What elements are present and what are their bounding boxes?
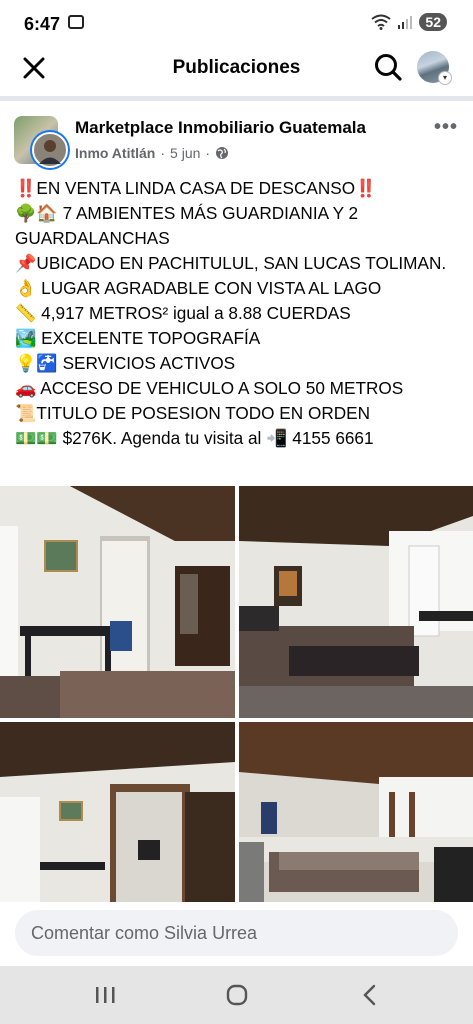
meta-separator: · <box>160 145 166 161</box>
phone-number: 4155 6661 <box>287 428 374 448</box>
post-line: 🏞️ EXCELENTE TOPOGRAFÍA <box>15 326 465 351</box>
search-icon <box>375 54 402 81</box>
post-line-text: $276K. Agenda tu visita al <box>57 428 267 448</box>
emoji-pushpin: 📌 <box>15 253 37 273</box>
post-line-text: UBICADO EN PACHITULUL, SAN LUCAS TOLIMAN… <box>36 253 447 273</box>
photo-image <box>239 722 473 902</box>
post-line: 💵💵 $276K. Agenda tu visita al 📲 4155 666… <box>15 426 465 451</box>
meta-separator: · <box>205 145 211 161</box>
post-line: 📜TITULO DE POSESION TODO EN ORDEN <box>15 401 465 426</box>
recent-apps-icon <box>96 987 115 1003</box>
back-icon <box>363 984 376 1006</box>
photo-living-area[interactable] <box>239 722 473 902</box>
signal-icon <box>398 16 413 29</box>
status-time: 6:47 <box>24 14 61 34</box>
post-line: 👌 LUGAR AGRADABLE CON VISTA AL LAGO <box>15 276 465 301</box>
emoji-tree-house: 🌳🏠 <box>15 203 58 223</box>
post-line: ‼️EN VENTA LINDA CASA DE DESCANSO‼️ <box>15 176 465 201</box>
profile-avatar-button[interactable]: ▾ <box>417 51 452 85</box>
photo-bedroom-desk[interactable] <box>0 486 235 718</box>
post-line-text: SERVICIOS ACTIVOS <box>57 353 236 373</box>
post-line-text: EN VENTA LINDA CASA DE DESCANSO <box>36 178 356 198</box>
emoji-money: 💵💵 <box>15 428 58 448</box>
comment-input[interactable] <box>15 910 458 956</box>
chevron-down-icon: ▾ <box>438 71 452 85</box>
person-photo <box>39 140 61 164</box>
emoji-double-exclamation: ‼️ <box>15 178 37 198</box>
post-line: 📏 4,917 METROS² igual a 8.88 CUERDAS <box>15 301 465 326</box>
recent-apps-button[interactable] <box>85 978 125 1012</box>
battery-icon: 52 <box>419 13 447 31</box>
post-line-text: 4,917 METROS² igual a 8.88 CUERDAS <box>36 303 351 323</box>
photo-image <box>0 486 235 718</box>
emoji-phone: 📲 <box>266 428 288 448</box>
post-line: 🌳🏠 7 AMBIENTES MÁS GUARDIANIA Y 2 GUARDA… <box>15 201 465 251</box>
photo-grid <box>0 486 473 902</box>
search-button[interactable] <box>372 51 404 83</box>
more-dots-icon: ••• <box>434 116 459 138</box>
photo-bedroom-bed[interactable] <box>239 486 473 718</box>
author-name-link[interactable]: Inmo Atitlán <box>75 145 155 161</box>
home-icon <box>226 984 248 1006</box>
photo-image <box>0 722 235 902</box>
author-avatar[interactable] <box>32 132 68 168</box>
screen-record-icon <box>68 15 84 29</box>
emoji-bulb-faucet: 💡🚰 <box>15 353 58 373</box>
section-divider <box>0 96 473 101</box>
system-nav-bar <box>0 966 473 1024</box>
status-icons: 52 <box>371 13 447 31</box>
emoji-landscape: 🏞️ <box>15 328 37 348</box>
post-line: 💡🚰 SERVICIOS ACTIVOS <box>15 351 465 376</box>
comment-bar <box>15 910 458 956</box>
emoji-ruler: 📏 <box>15 303 37 323</box>
group-name-link[interactable]: Marketplace Inmobiliario Guatemala <box>75 118 366 138</box>
emoji-scroll: 📜 <box>15 403 37 423</box>
post-header: Marketplace Inmobiliario Guatemala Inmo … <box>0 108 473 172</box>
more-options-button[interactable]: ••• <box>434 116 458 139</box>
post-date[interactable]: 5 jun <box>170 145 200 161</box>
post-line-text: LUGAR AGRADABLE CON VISTA AL LAGO <box>36 278 382 298</box>
post-line-text: TITULO DE POSESION TODO EN ORDEN <box>36 403 371 423</box>
emoji-ok-hand: 👌 <box>15 278 37 298</box>
top-app-bar: Publicaciones ▾ <box>0 44 473 92</box>
post-line-text: EXCELENTE TOPOGRAFÍA <box>36 328 261 348</box>
emoji-double-exclamation: ‼️ <box>355 178 377 198</box>
back-button[interactable] <box>350 978 390 1012</box>
globe-icon <box>216 147 229 159</box>
wifi-icon <box>371 14 392 30</box>
status-bar: 6:47 52 <box>0 0 473 48</box>
photo-image <box>239 486 473 718</box>
post-line-text: 7 AMBIENTES MÁS GUARDIANIA Y 2 GUARDALAN… <box>15 203 363 248</box>
post-meta: Inmo Atitlán · 5 jun · <box>75 145 229 161</box>
emoji-car: 🚗 <box>15 378 37 398</box>
post-line: 🚗 ACCESO DE VEHICULO A SOLO 50 METROS <box>15 376 465 401</box>
home-button[interactable] <box>217 978 257 1012</box>
post-line-text: ACCESO DE VEHICULO A SOLO 50 METROS <box>36 378 404 398</box>
photo-hallway[interactable] <box>0 722 235 902</box>
post-line: 📌UBICADO EN PACHITULUL, SAN LUCAS TOLIMA… <box>15 251 465 276</box>
post-text: ‼️EN VENTA LINDA CASA DE DESCANSO‼️ 🌳🏠 7… <box>15 176 465 451</box>
